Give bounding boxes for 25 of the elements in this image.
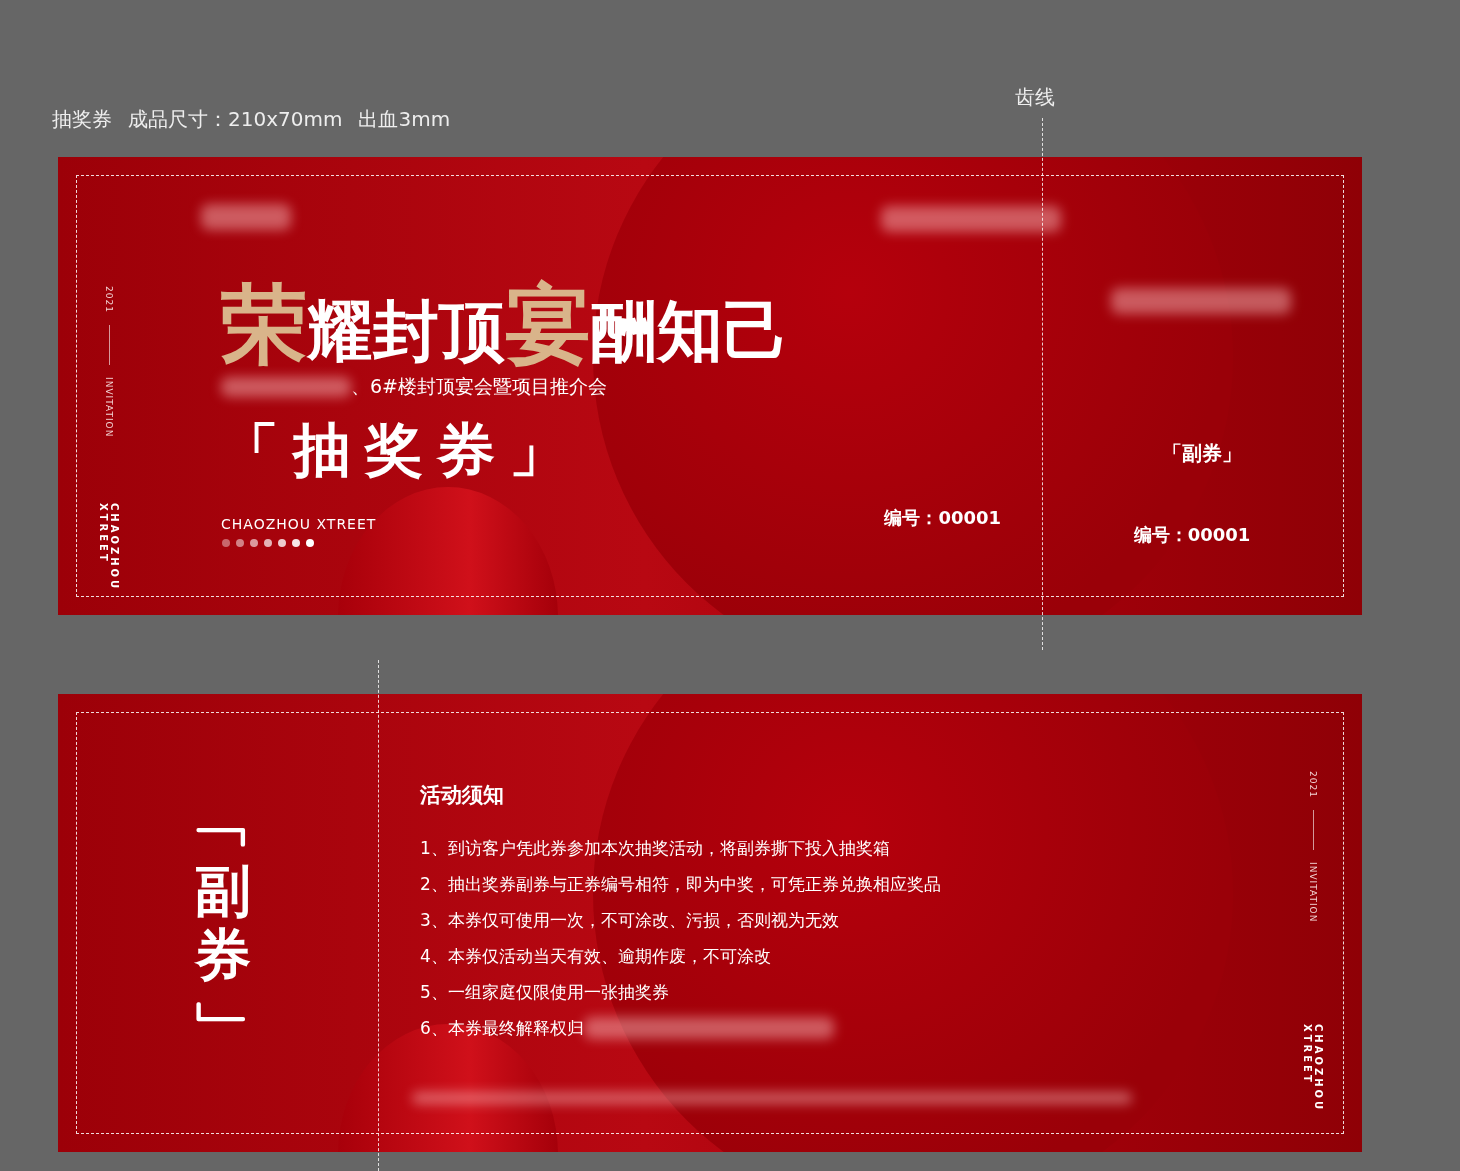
- rule-text: 6、本券最终解释权归: [420, 1017, 584, 1040]
- rule-text: 3、本券仅可使用一次，不可涂改、污损，否则视为无效: [420, 909, 839, 932]
- perforation-label: 齿线: [1015, 84, 1055, 111]
- ticket-name: 「抽奖券」: [221, 414, 581, 486]
- rule-text: 2、抽出奖券副券与正券编号相符，即为中奖，可凭正券兑换相应奖品: [420, 873, 941, 896]
- spec-label: 出血3mm: [358, 106, 451, 133]
- rule-text: 5、一组家庭仅限使用一张抽奖券: [420, 981, 669, 1004]
- year-text: 2021: [104, 286, 114, 313]
- event-subtitle: 、6#楼封顶宴会暨项目推介会: [351, 373, 607, 399]
- vertical-brand-text: CHAOZHOU XTREET: [1302, 1024, 1324, 1113]
- spec-label: 抽奖券: [52, 106, 112, 133]
- stub-vertical-title: ﹁副券﹂: [193, 794, 252, 1052]
- rule-text: 4、本券仅活动当天有效、逾期作废，不可涂改: [420, 945, 771, 968]
- notice-title: 活动须知: [420, 782, 504, 809]
- spec-label: 成品尺寸：210x70mm: [128, 106, 343, 133]
- invitation-text: INVITATION: [104, 376, 114, 438]
- year-text: 2021: [1308, 771, 1318, 798]
- serial-number: 编号：00001: [1133, 523, 1251, 547]
- invitation-text: INVITATION: [1308, 861, 1318, 923]
- serial-number: 编号：00001: [884, 505, 1001, 530]
- stub-name: 「副券」: [1162, 440, 1242, 467]
- vertical-brand-text: CHAOZHOU XTREET: [98, 503, 120, 592]
- event-title: 荣耀封顶宴酬知己: [221, 272, 789, 376]
- brand-text: CHAOZHOU XTREET: [221, 515, 377, 532]
- rule-text: 1、到访客户凭此券参加本次抽奖活动，将副券撕下投入抽奖箱: [420, 837, 890, 860]
